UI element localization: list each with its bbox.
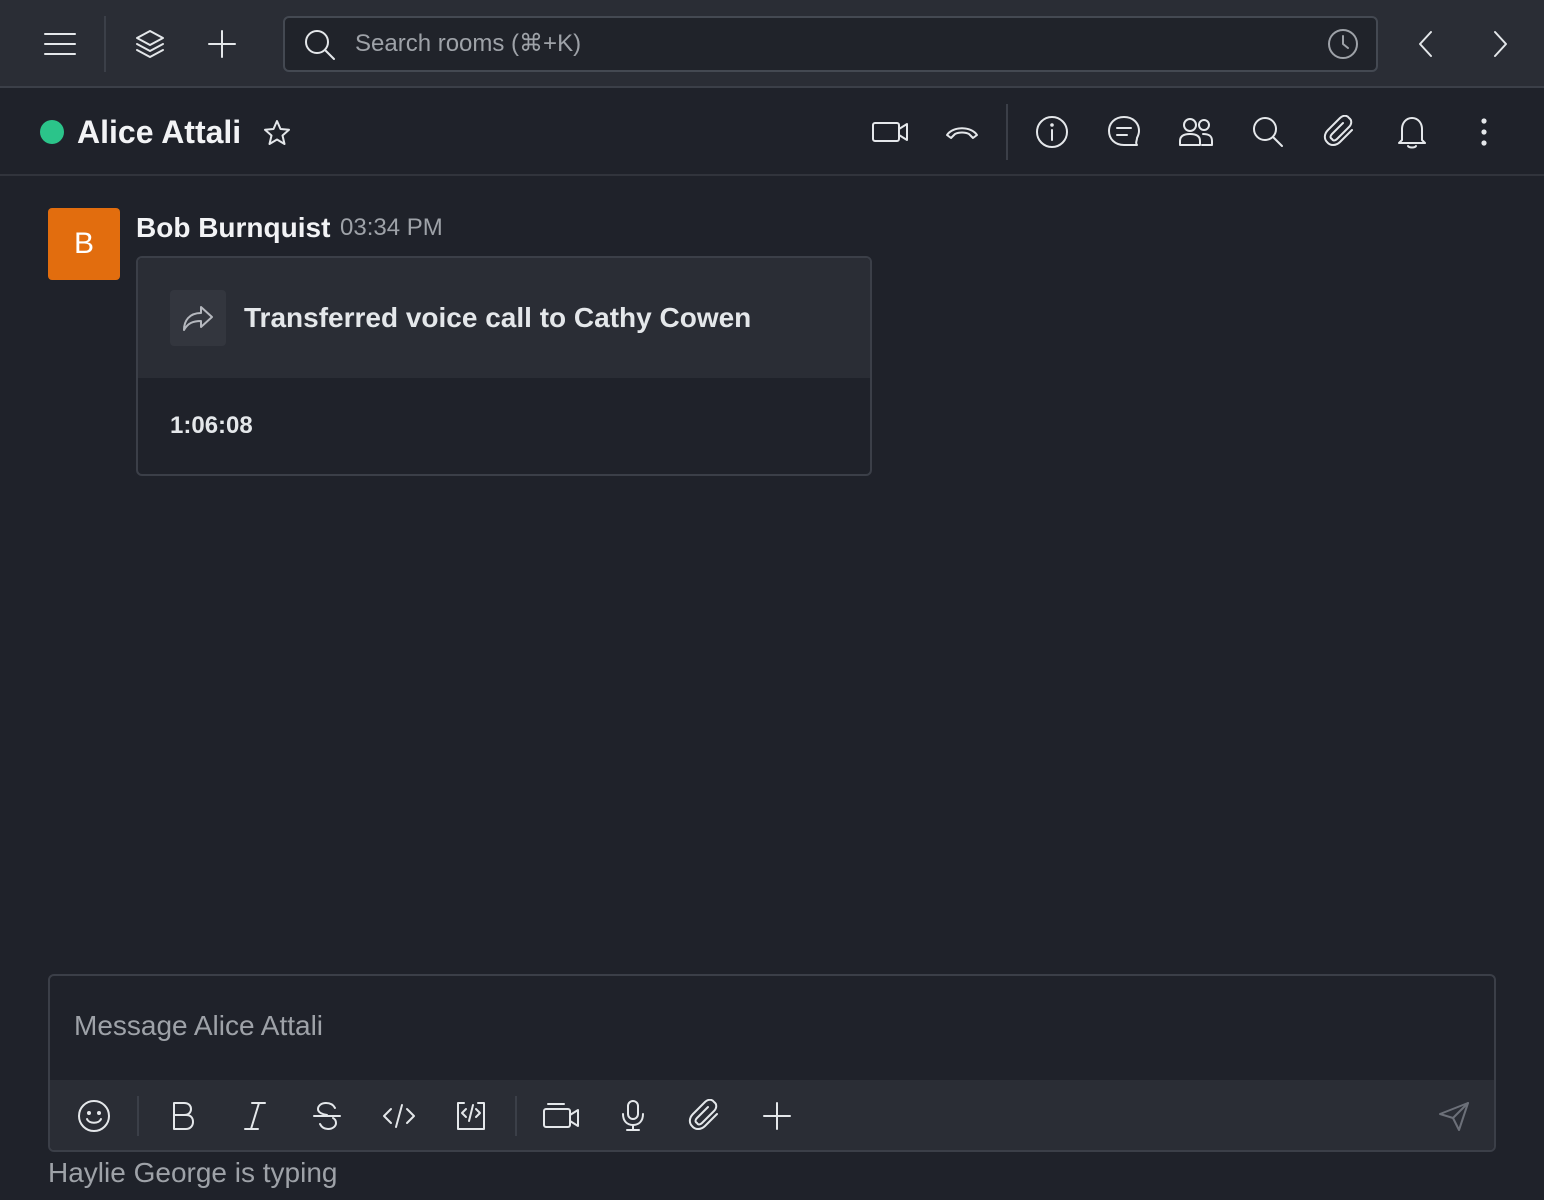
attachment-icon: [688, 1099, 722, 1133]
attachment-icon: [1323, 115, 1357, 149]
call-duration: 1:06:08: [170, 412, 253, 439]
code-block-icon: [454, 1099, 488, 1133]
phone-hangup-icon: [944, 120, 980, 144]
microphone-icon: [619, 1099, 647, 1133]
history-icon[interactable]: [1326, 27, 1360, 61]
more-actions-button[interactable]: [755, 1094, 799, 1138]
create-new-button[interactable]: [200, 22, 244, 66]
send-button[interactable]: [1432, 1094, 1476, 1138]
call-card-header: Transferred voice call to Cathy Cowen: [138, 258, 870, 378]
star-icon[interactable]: [262, 118, 292, 148]
message-input[interactable]: [74, 1006, 1454, 1056]
forward-button[interactable]: [1478, 22, 1522, 66]
chevron-right-icon: [1488, 28, 1512, 60]
toolbar-divider: [515, 1096, 517, 1136]
inline-code-button[interactable]: [377, 1094, 421, 1138]
room-title: Alice Attali: [77, 114, 242, 150]
italic-button[interactable]: [233, 1094, 277, 1138]
end-call-button[interactable]: [940, 110, 984, 154]
video-message-button[interactable]: [539, 1094, 583, 1138]
forward-arrow-icon: [181, 303, 215, 333]
back-button[interactable]: [1404, 22, 1448, 66]
code-icon: [382, 1101, 416, 1131]
attach-file-button[interactable]: [683, 1094, 727, 1138]
typing-indicator: Haylie George is typing: [48, 1157, 338, 1188]
video-icon: [871, 118, 909, 146]
navbar-divider: [104, 16, 106, 72]
strike-icon: [311, 1100, 343, 1132]
plus-icon: [207, 29, 237, 59]
discussion-button[interactable]: [1102, 110, 1146, 154]
bold-button[interactable]: [161, 1094, 205, 1138]
chevron-left-icon: [1414, 28, 1438, 60]
send-icon: [1437, 1100, 1471, 1132]
composer-toolbar: [50, 1080, 1494, 1150]
toolbar-divider: [137, 1096, 139, 1136]
emoji-icon: [76, 1098, 112, 1134]
avatar[interactable]: B: [48, 208, 120, 280]
notifications-button[interactable]: [1390, 110, 1434, 154]
video-call-button[interactable]: [868, 110, 912, 154]
italic-icon: [242, 1100, 268, 1132]
search-messages-button[interactable]: [1246, 110, 1290, 154]
video-message-icon: [542, 1101, 580, 1131]
search-icon: [303, 28, 337, 62]
search-input[interactable]: [355, 26, 1295, 62]
message-composer: [48, 974, 1496, 1152]
audio-message-button[interactable]: [611, 1094, 655, 1138]
message-timestamp: 03:34 PM: [340, 214, 443, 241]
online-status-indicator: [40, 120, 64, 144]
search-icon: [1251, 115, 1285, 149]
header-divider: [1006, 104, 1008, 160]
menu-icon: [42, 30, 78, 58]
bold-icon: [169, 1100, 197, 1132]
call-transfer-text: Transferred voice call to Cathy Cowen: [244, 302, 752, 333]
emoji-button[interactable]: [72, 1094, 116, 1138]
call-card: Transferred voice call to Cathy Cowen 1:…: [136, 256, 872, 476]
top-navbar: [0, 0, 1544, 88]
members-icon: [1178, 115, 1214, 149]
message-author[interactable]: Bob Burnquist: [136, 208, 330, 248]
call-icon-box: [170, 290, 226, 346]
files-button[interactable]: [1318, 110, 1362, 154]
plus-icon: [762, 1101, 792, 1131]
menu-button[interactable]: [38, 22, 82, 66]
kebab-icon: [1480, 117, 1488, 147]
search-rooms-box[interactable]: [283, 16, 1378, 72]
bell-icon: [1396, 115, 1428, 149]
discussion-icon: [1106, 114, 1142, 150]
strikethrough-button[interactable]: [305, 1094, 349, 1138]
room-info-button[interactable]: [1030, 110, 1074, 154]
layers-icon: [134, 28, 166, 60]
more-options-button[interactable]: [1462, 110, 1506, 154]
directory-button[interactable]: [128, 22, 172, 66]
info-icon: [1034, 114, 1070, 150]
avatar-letter: B: [73, 227, 94, 260]
room-header: Alice Attali: [0, 88, 1544, 176]
members-button[interactable]: [1174, 110, 1218, 154]
code-block-button[interactable]: [449, 1094, 493, 1138]
